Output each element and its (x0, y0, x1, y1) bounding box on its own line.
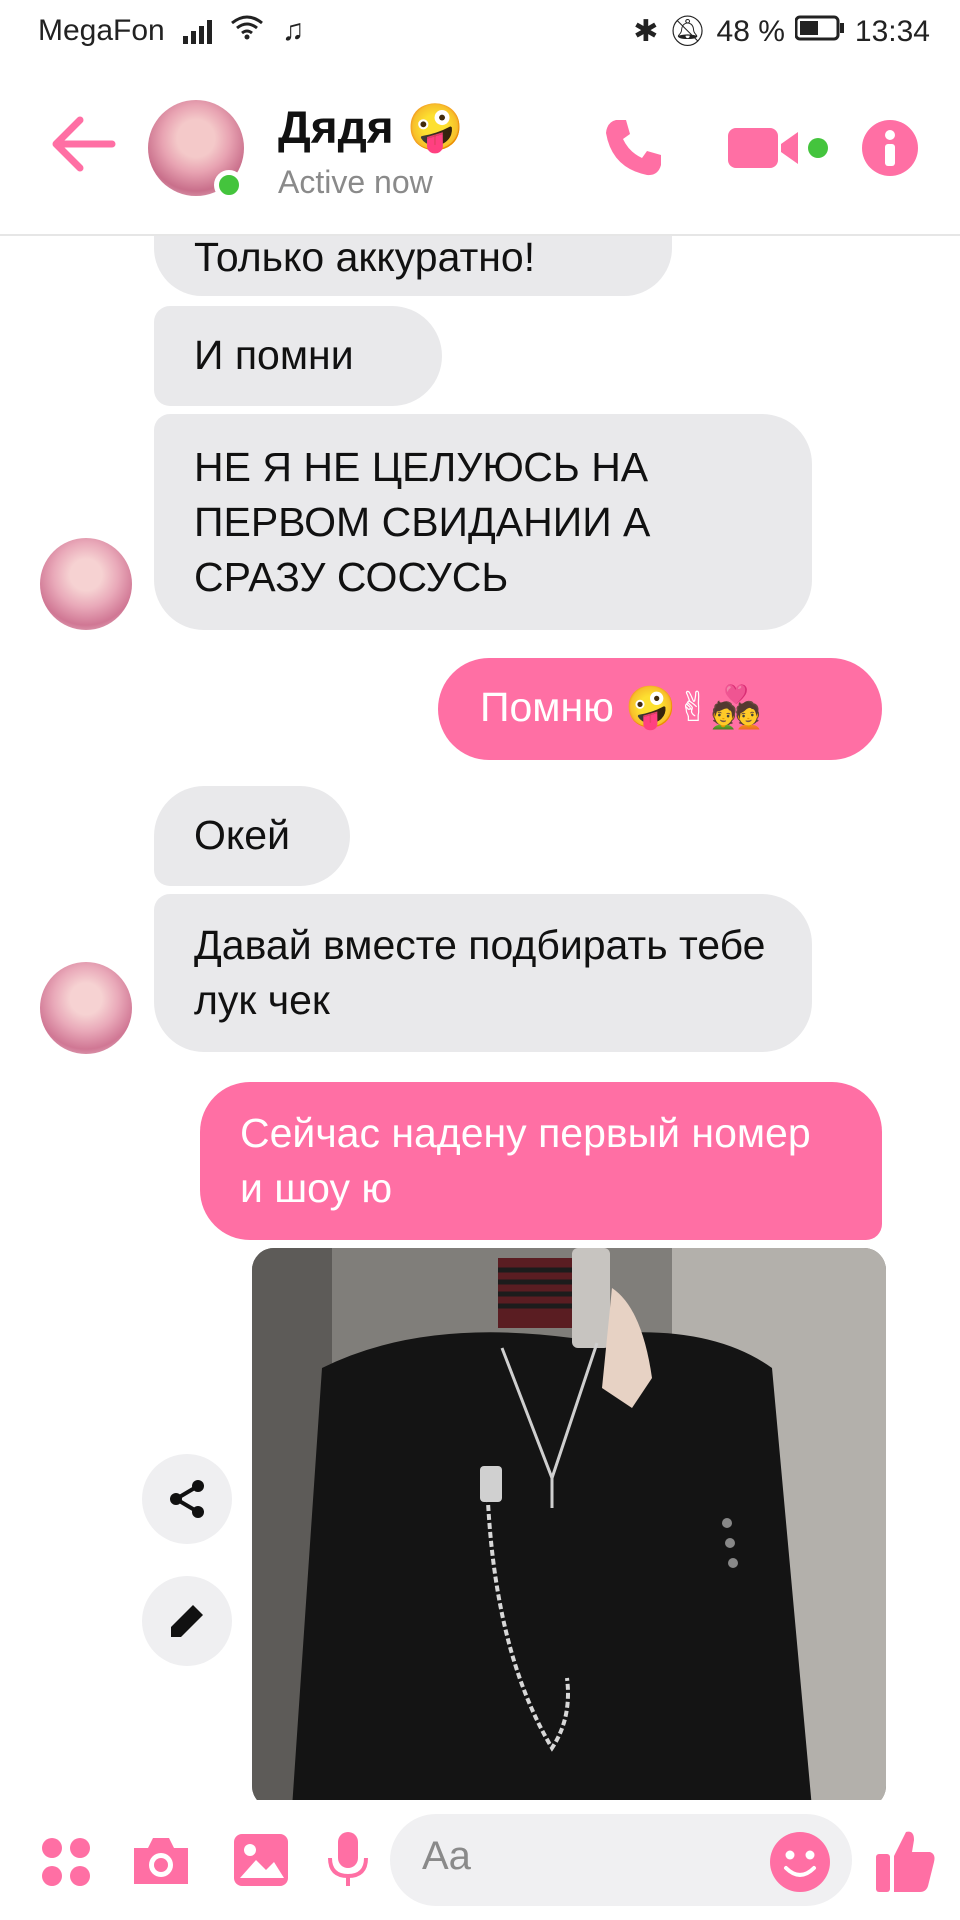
message-list[interactable]: Только аккуратно! И помни НЕ Я НЕ ЦЕЛУЮС… (0, 236, 960, 1800)
carrier-name: MegaFon (38, 14, 165, 47)
message-bubble[interactable]: Только аккуратно! (154, 236, 672, 296)
video-camera-icon[interactable] (726, 118, 830, 183)
message-bubble-sent[interactable]: Сейчас надену первый номер и шоу ю (200, 1082, 882, 1240)
gallery-icon[interactable] (232, 1832, 290, 1893)
emoji-icon[interactable] (768, 1830, 832, 1899)
online-indicator (214, 170, 244, 200)
back-arrow-icon[interactable] (50, 114, 120, 174)
conversation-header: Дядя 🤪 Active now (0, 66, 960, 236)
contact-avatar-small[interactable] (40, 538, 132, 630)
phone-icon[interactable] (602, 116, 666, 185)
camera-icon[interactable] (130, 1834, 192, 1893)
message-composer: Aa (0, 1800, 960, 1920)
photo-message[interactable] (252, 1248, 886, 1800)
status-bar: MegaFon ♫ ✱ 🔕︎ 48 % 13:34 (0, 0, 960, 66)
music-note-icon: ♫ (281, 14, 305, 47)
info-icon[interactable] (860, 118, 920, 183)
contact-emoji: 🤪 (406, 101, 464, 153)
pencil-icon[interactable] (142, 1576, 232, 1666)
signal-icon (182, 18, 212, 44)
contact-name[interactable]: Дядя 🤪 (278, 100, 464, 155)
message-bubble[interactable]: Окей (154, 786, 350, 886)
apps-icon[interactable] (40, 1836, 92, 1893)
bluetooth-icon: ✱ (633, 15, 659, 48)
share-icon[interactable] (142, 1454, 232, 1544)
message-bubble[interactable]: НЕ Я НЕ ЦЕЛУЮСЬ НА ПЕРВОМ СВИДАНИИ А СРА… (154, 414, 812, 630)
photo-content (252, 1248, 886, 1800)
contact-avatar-small[interactable] (40, 962, 132, 1054)
battery-percent: 48 % (716, 14, 785, 48)
microphone-icon[interactable] (326, 1830, 370, 1895)
message-bubble-sent[interactable]: Помню 🤪✌💑 (438, 658, 882, 760)
message-bubble[interactable]: И помни (154, 306, 442, 406)
battery-icon (794, 15, 845, 49)
message-bubble[interactable]: Давай вместе подбирать тебе лук чек (154, 894, 812, 1052)
clock: 13:34 (854, 14, 930, 48)
thumbs-up-icon[interactable] (874, 1826, 938, 1899)
wifi-icon (230, 14, 264, 48)
mute-icon: 🔕︎ (668, 15, 707, 48)
input-placeholder: Aa (422, 1834, 471, 1878)
active-status: Active now (278, 164, 433, 200)
